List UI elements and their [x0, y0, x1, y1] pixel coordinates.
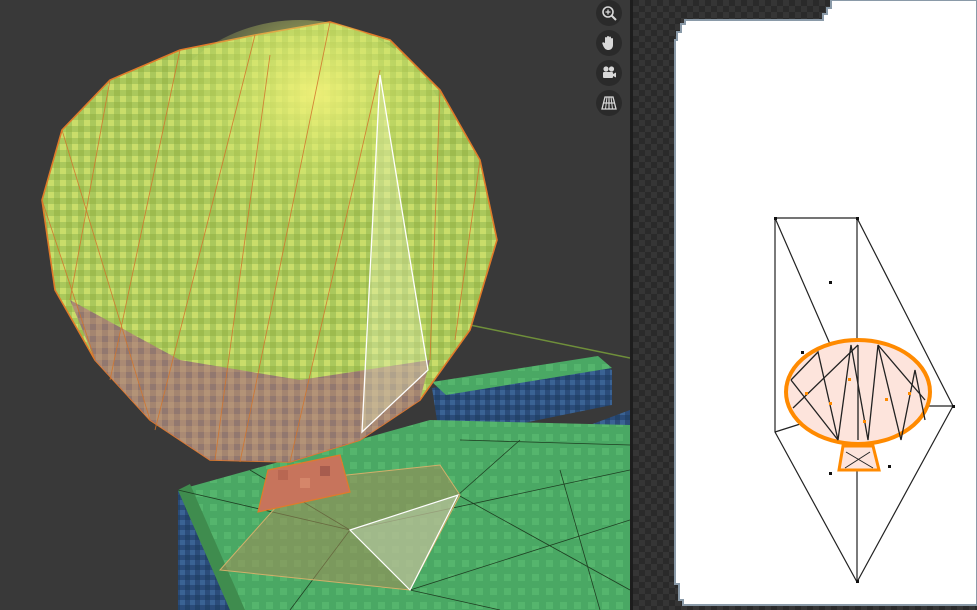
zoom-in-icon: [600, 4, 618, 22]
3d-viewport[interactable]: [0, 0, 630, 610]
perspective-toggle-button[interactable]: [596, 90, 622, 116]
grid-icon: [600, 94, 618, 112]
uv-canvas: [674, 0, 977, 606]
pan-button[interactable]: [596, 30, 622, 56]
uv-editor[interactable]: [633, 0, 977, 610]
viewport-scene: [41, 20, 630, 610]
tree-foliage: [41, 20, 498, 463]
uv-texture-image: [674, 0, 977, 606]
hand-icon: [600, 34, 618, 52]
x-axis-line: [469, 324, 630, 359]
zoom-button[interactable]: [596, 0, 622, 26]
camera-icon: [600, 64, 618, 82]
camera-view-button[interactable]: [596, 60, 622, 86]
navigation-gizmos: [594, 0, 624, 120]
